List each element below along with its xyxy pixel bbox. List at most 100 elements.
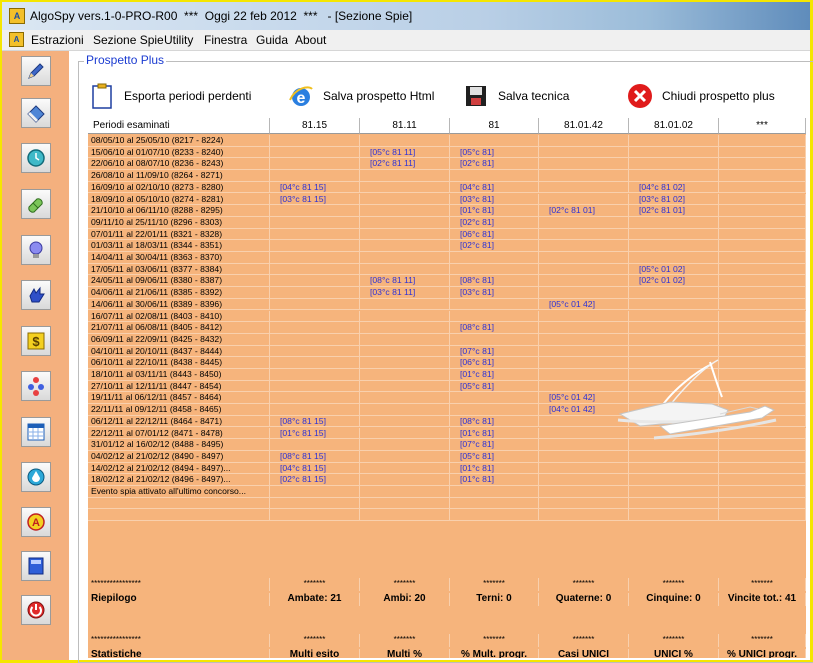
sidebar-button-calendar[interactable]: [21, 417, 51, 447]
table-row[interactable]: 24/05/11 al 09/06/11 (8380 - 8387) [08°c …: [88, 275, 806, 288]
table-cell: [539, 509, 629, 522]
sidebar-button-hand[interactable]: [21, 280, 51, 310]
table-cell: [360, 415, 450, 428]
table-cell: [450, 252, 539, 264]
table-cell: [08°c 81]: [450, 415, 539, 428]
table-cell: [719, 450, 806, 463]
table-cell: 22/11/11 al 09/12/11 (8458 - 8465): [88, 404, 270, 416]
table-cell: [02°c 81]: [450, 158, 539, 171]
table-cell: 06/12/11 al 22/12/11 (8464 - 8471): [88, 415, 270, 428]
table-cell: [270, 404, 360, 416]
menu-utility[interactable]: Utility: [164, 33, 193, 47]
table-cell: 18/10/11 al 03/11/11 (8443 - 8450): [88, 369, 270, 381]
column-header[interactable]: ***: [719, 118, 806, 134]
sidebar-button-a-circle[interactable]: A: [21, 507, 51, 537]
table-row[interactable]: [88, 497, 806, 510]
table-row[interactable]: 21/07/11 al 06/08/11 (8405 - 8412) [08°c …: [88, 322, 806, 334]
sidebar-button-power[interactable]: [21, 595, 51, 625]
close-prospetto-button[interactable]: Chiudi prospetto plus: [626, 80, 775, 112]
summary-cell: Vincite tot.: 41: [719, 593, 806, 606]
menu-estrazioni[interactable]: Estrazioni: [31, 33, 84, 47]
summary-cell: Ambate: 21: [270, 593, 360, 606]
table-cell: [07°c 81]: [450, 345, 539, 358]
table-row[interactable]: 06/09/11 al 22/09/11 (8425 - 8432): [88, 333, 806, 346]
table-cell: [02°c 81 11]: [360, 158, 450, 171]
summary-cell: Statistiche: [88, 649, 270, 658]
table-row[interactable]: 01/03/11 al 18/03/11 (8344 - 8351) [02°c …: [88, 240, 806, 252]
table-cell: [539, 275, 629, 288]
table-cell: [08°c 81 15]: [270, 415, 360, 428]
table-row[interactable]: 18/09/10 al 05/10/10 (8274 - 8281) [03°c …: [88, 193, 806, 206]
menu-about[interactable]: About: [295, 33, 326, 47]
save-html-button[interactable]: e Salva prospetto Html: [287, 80, 434, 112]
summary-cell: *******: [719, 634, 806, 647]
table-cell: [360, 392, 450, 405]
column-header[interactable]: 81.01.42: [539, 118, 629, 134]
table-cell: [03°c 81 15]: [270, 193, 360, 206]
summary-cell: Terni: 0: [450, 593, 539, 606]
table-cell: [719, 135, 806, 147]
menu-finestra[interactable]: Finestra: [204, 33, 247, 47]
menu-guida[interactable]: Guida: [256, 33, 288, 47]
sidebar-button-clock[interactable]: [21, 143, 51, 173]
table-row[interactable]: 14/02/12 al 21/02/12 (8494 - 8497)... [04…: [88, 462, 806, 475]
table-cell: [719, 486, 806, 498]
menu-sezione-spie[interactable]: Sezione Spie: [93, 33, 164, 47]
table-cell: [360, 193, 450, 206]
table-cell: 07/01/11 al 22/01/11 (8321 - 8328): [88, 228, 270, 241]
table-row[interactable]: 16/07/11 al 02/08/11 (8403 - 8410): [88, 310, 806, 323]
sidebar-button-pencil[interactable]: [21, 56, 51, 86]
sidebar-button-eraser[interactable]: [21, 98, 51, 128]
table-row[interactable]: 22/06/10 al 08/07/10 (8236 - 8243) [02°c …: [88, 158, 806, 171]
table-cell: [360, 486, 450, 498]
table-row[interactable]: 04/02/12 al 21/02/12 (8490 - 8497) [08°c …: [88, 450, 806, 463]
table-cell: [270, 240, 360, 252]
table-cell: [539, 310, 629, 323]
sidebar-button-lightbulb[interactable]: [21, 235, 51, 265]
table-cell: [450, 310, 539, 323]
mdi-child-icon[interactable]: A: [9, 32, 24, 47]
column-header[interactable]: 81.15: [270, 118, 360, 134]
sidebar-button-tree[interactable]: [21, 371, 51, 401]
table-row[interactable]: [88, 509, 806, 522]
table-cell: [719, 275, 806, 288]
table-row[interactable]: 09/11/10 al 25/11/10 (8296 - 8303) [02°c …: [88, 216, 806, 229]
column-header[interactable]: 81.11: [360, 118, 450, 134]
table-cell: [270, 298, 360, 311]
table-row[interactable]: 08/05/10 al 25/05/10 (8217 - 8224): [88, 135, 806, 147]
sidebar-button-dollar[interactable]: $: [21, 326, 51, 356]
sidebar-button-book[interactable]: [21, 551, 51, 581]
table-cell: [360, 298, 450, 311]
save-technique-button[interactable]: Salva tecnica: [462, 80, 569, 112]
statistiche-row: Statistiche Multi esito Multi %% Mult. pro…: [88, 649, 806, 658]
table-cell: [360, 357, 450, 369]
app-icon[interactable]: A: [9, 8, 25, 24]
table-row[interactable]: Evento spia attivato all'ultimo concorso…: [88, 486, 806, 498]
table-cell: [01°c 81]: [450, 205, 539, 217]
table-cell: 16/09/10 al 02/10/10 (8273 - 8280): [88, 181, 270, 194]
table-row[interactable]: 17/05/11 al 03/06/11 (8377 - 8384) [05°c …: [88, 263, 806, 276]
column-header[interactable]: 81: [450, 118, 539, 134]
table-row[interactable]: 16/09/10 al 02/10/10 (8273 - 8280) [04°c …: [88, 181, 806, 194]
table-row[interactable]: 14/06/11 al 30/06/11 (8389 - 8396) [05°c …: [88, 298, 806, 311]
table-row[interactable]: 14/04/11 al 30/04/11 (8363 - 8370): [88, 252, 806, 264]
column-header[interactable]: 81.01.02: [629, 118, 719, 134]
sidebar-button-drop[interactable]: [21, 462, 51, 492]
export-periods-button[interactable]: Esporta periodi perdenti: [88, 80, 251, 112]
table-cell: 08/05/10 al 25/05/10 (8217 - 8224): [88, 135, 270, 147]
column-header[interactable]: Periodi esaminati: [88, 118, 270, 134]
table-cell: [539, 181, 629, 194]
table-cell: [04°c 81]: [450, 181, 539, 194]
table-row[interactable]: 04/06/11 al 21/06/11 (8385 - 8392) [03°c …: [88, 287, 806, 299]
table-row[interactable]: 18/02/12 al 21/02/12 (8496 - 8497)... [02…: [88, 474, 806, 486]
table-cell: [719, 333, 806, 346]
table-row[interactable]: 15/06/10 al 01/07/10 (8233 - 8240) [05°c …: [88, 146, 806, 159]
table-cell: 14/06/11 al 30/06/11 (8389 - 8396): [88, 298, 270, 311]
summary-cell: *******: [450, 634, 539, 647]
table-cell: [01°c 81 15]: [270, 427, 360, 440]
table-row[interactable]: 21/10/10 al 06/11/10 (8288 - 8295) [01°c …: [88, 205, 806, 217]
table-row[interactable]: 07/01/11 al 22/01/11 (8321 - 8328) [06°c …: [88, 228, 806, 241]
table-cell: [539, 216, 629, 229]
table-row[interactable]: 26/08/10 al 11/09/10 (8264 - 8271): [88, 170, 806, 182]
sidebar-button-pill[interactable]: [21, 189, 51, 219]
